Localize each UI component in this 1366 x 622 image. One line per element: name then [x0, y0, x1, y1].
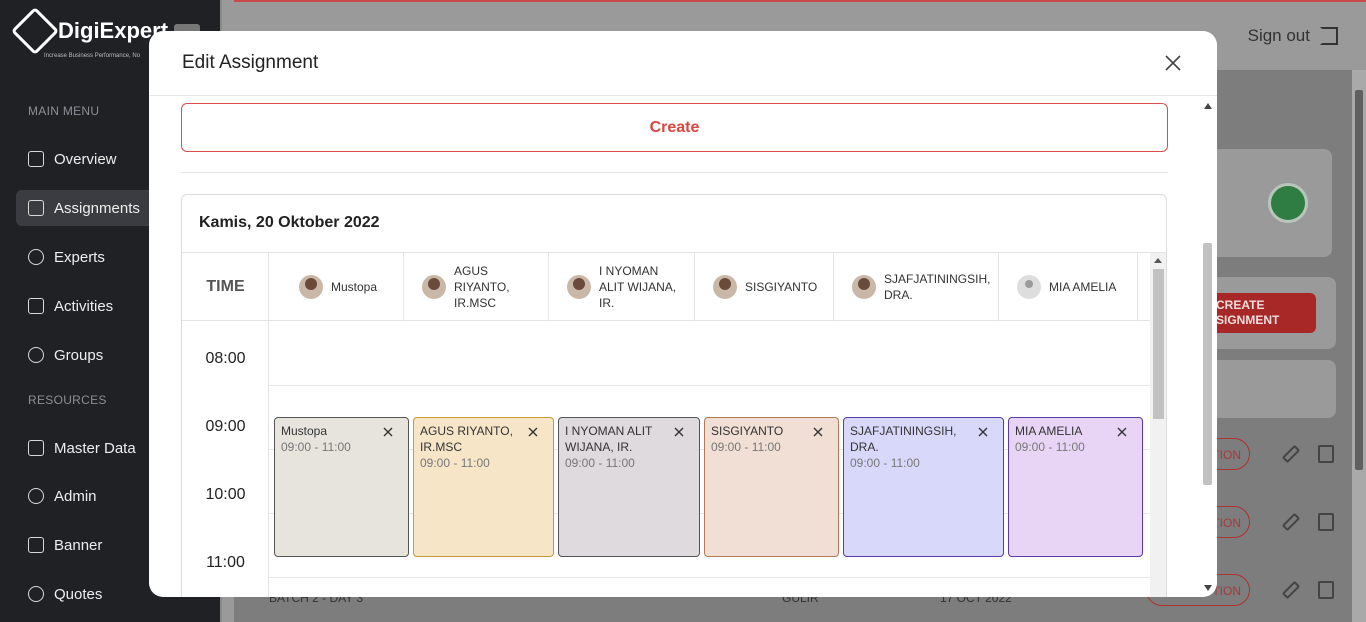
- time-label: 11:00: [206, 554, 245, 571]
- resources-menu-label: RESOURCES: [28, 393, 107, 407]
- main-menu-label: MAIN MENU: [28, 104, 100, 118]
- remove-event-icon[interactable]: [673, 426, 685, 438]
- time-label: 10:00: [205, 486, 246, 503]
- time-column: TIME 08:00 09:00 10:00 11:00: [182, 253, 269, 597]
- resource-header: SJAFJATININGSIH, DRA.: [834, 253, 999, 321]
- trash-icon[interactable]: [1318, 581, 1334, 599]
- modal-header: Edit Assignment: [149, 31, 1217, 96]
- time-label: 09:00: [205, 418, 246, 435]
- trash-icon[interactable]: [1318, 513, 1334, 531]
- resource-name: AGUS RIYANTO, IR.MSC: [454, 264, 510, 310]
- create-button[interactable]: Create: [181, 103, 1168, 152]
- modal-scrollbar[interactable]: [1200, 97, 1215, 597]
- avatar[interactable]: [1268, 183, 1308, 223]
- event-title: SJAFJATININGSIH, DRA.: [850, 424, 957, 454]
- remove-event-icon[interactable]: [812, 426, 824, 438]
- remove-event-icon[interactable]: [527, 426, 539, 438]
- resource-header: SISGIYANTO: [695, 253, 834, 321]
- event-time: 09:00 - 11:00: [711, 440, 781, 454]
- lightbulb-icon: [28, 586, 44, 602]
- sign-out-button[interactable]: Sign out: [1248, 26, 1338, 46]
- event-time: 09:00 - 11:00: [420, 456, 490, 470]
- user-circle-icon: [28, 249, 44, 265]
- sign-out-label: Sign out: [1247, 26, 1310, 45]
- edit-assignment-modal: Edit Assignment Create Kamis, 20 Oktober…: [149, 31, 1217, 597]
- remove-event-icon[interactable]: [382, 426, 394, 438]
- event-time: 09:00 - 11:00: [850, 456, 920, 470]
- sidebar-item-label: Admin: [54, 487, 97, 505]
- sidebar-item-label: Quotes: [54, 585, 103, 603]
- avatar: [422, 275, 446, 299]
- scroll-up-arrow-icon[interactable]: [1154, 258, 1162, 263]
- page-scrollbar[interactable]: [1352, 70, 1366, 622]
- create-assignment-label: CREATE SIGNMENT: [1216, 298, 1280, 327]
- avatar: [852, 275, 876, 299]
- resource-name: MIA AMELIA: [1049, 280, 1117, 294]
- resource-name: I NYOMAN ALIT WIJANA, IR.: [599, 264, 677, 310]
- time-label: 08:00: [205, 350, 246, 367]
- logo[interactable]: DigiExpert: [10, 6, 168, 56]
- scroll-down-arrow-icon[interactable]: [1204, 585, 1212, 591]
- sidebar-item-label: Banner: [54, 536, 103, 554]
- event-time: 09:00 - 11:00: [281, 440, 351, 454]
- resource-header: AGUS RIYANTO, IR.MSC: [404, 253, 549, 321]
- time-header: TIME: [182, 253, 269, 321]
- logout-icon: [1320, 27, 1338, 45]
- remove-event-icon[interactable]: [977, 426, 989, 438]
- scroll-up-arrow-icon[interactable]: [1204, 103, 1212, 109]
- calendar-date: Kamis, 20 Oktober 2022: [199, 214, 380, 231]
- assignment-event[interactable]: MIA AMELIA 09:00 - 11:00: [1008, 417, 1143, 557]
- calendar-grid: TIME 08:00 09:00 10:00 11:00 Mustopa AGUS RI…: [182, 252, 1166, 597]
- calendar-icon: [28, 298, 44, 314]
- assignment-event[interactable]: AGUS RIYANTO, IR.MSC 09:00 - 11:00: [413, 417, 554, 557]
- resource-header: MIA AMELIA: [999, 253, 1138, 321]
- logo-mark-icon: [10, 6, 60, 56]
- assignment-event[interactable]: SISGIYANTO 09:00 - 11:00: [704, 417, 839, 557]
- calendar-scrollbar-thumb[interactable]: [1153, 269, 1164, 419]
- assignment-event[interactable]: I NYOMAN ALIT WIJANA, IR. 09:00 - 11:00: [558, 417, 700, 557]
- clipboard-icon: [28, 200, 44, 216]
- trash-icon[interactable]: [1318, 445, 1334, 463]
- sidebar-item-label: Assignments: [54, 199, 140, 217]
- sidebar-item-label: Experts: [54, 248, 105, 266]
- chart-icon: [28, 151, 44, 167]
- resource-name: SJAFJATININGSIH, DRA.: [884, 272, 991, 302]
- sidebar-item-label: Overview: [54, 150, 117, 168]
- avatar: [299, 275, 323, 299]
- close-icon[interactable]: [1164, 54, 1182, 72]
- page-scrollbar-thumb[interactable]: [1355, 90, 1363, 470]
- modal-scrollbar-thumb[interactable]: [1203, 243, 1212, 485]
- assignment-calendar: Kamis, 20 Oktober 2022 TIME 08:00 09:00 10…: [181, 194, 1167, 597]
- table-header: [1196, 360, 1336, 418]
- folder-icon: [28, 440, 44, 456]
- resource-header: Mustopa: [269, 253, 404, 321]
- remove-event-icon[interactable]: [1116, 426, 1128, 438]
- default-avatar-icon: [1017, 275, 1041, 299]
- sidebar-item-label: Master Data: [54, 439, 136, 457]
- sidebar-item-label: Activities: [54, 297, 114, 315]
- event-time: 09:00 - 11:00: [565, 456, 635, 470]
- resources-header: Mustopa AGUS RIYANTO, IR.MSC I NYOMAN ALIT…: [269, 253, 1151, 321]
- modal-title: Edit Assignment: [182, 52, 319, 73]
- modal-body: Create Kamis, 20 Oktober 2022 TIME 08:00…: [149, 97, 1217, 597]
- resource-header: I NYOMAN ALIT WIJANA, IR.: [549, 253, 695, 321]
- sidebar-item-label: Groups: [54, 346, 104, 364]
- avatar: [567, 275, 591, 299]
- resource-name: Mustopa: [331, 280, 378, 294]
- image-icon: [28, 537, 44, 553]
- users-icon: [28, 347, 44, 363]
- user-icon: [28, 488, 44, 504]
- assignment-event[interactable]: SJAFJATININGSIH, DRA. 09:00 - 11:00: [843, 417, 1004, 557]
- grid-line: [269, 385, 1151, 386]
- resource-name: SISGIYANTO: [745, 280, 818, 294]
- divider: [181, 172, 1168, 173]
- grid-line: [269, 577, 1151, 578]
- calendar-scrollbar[interactable]: [1150, 253, 1166, 597]
- event-time: 09:00 - 11:00: [1015, 440, 1085, 454]
- assignment-event[interactable]: Mustopa 09:00 - 11:00: [274, 417, 409, 557]
- avatar: [713, 275, 737, 299]
- logo-tagline: Increase Business Performance, No: [44, 53, 141, 59]
